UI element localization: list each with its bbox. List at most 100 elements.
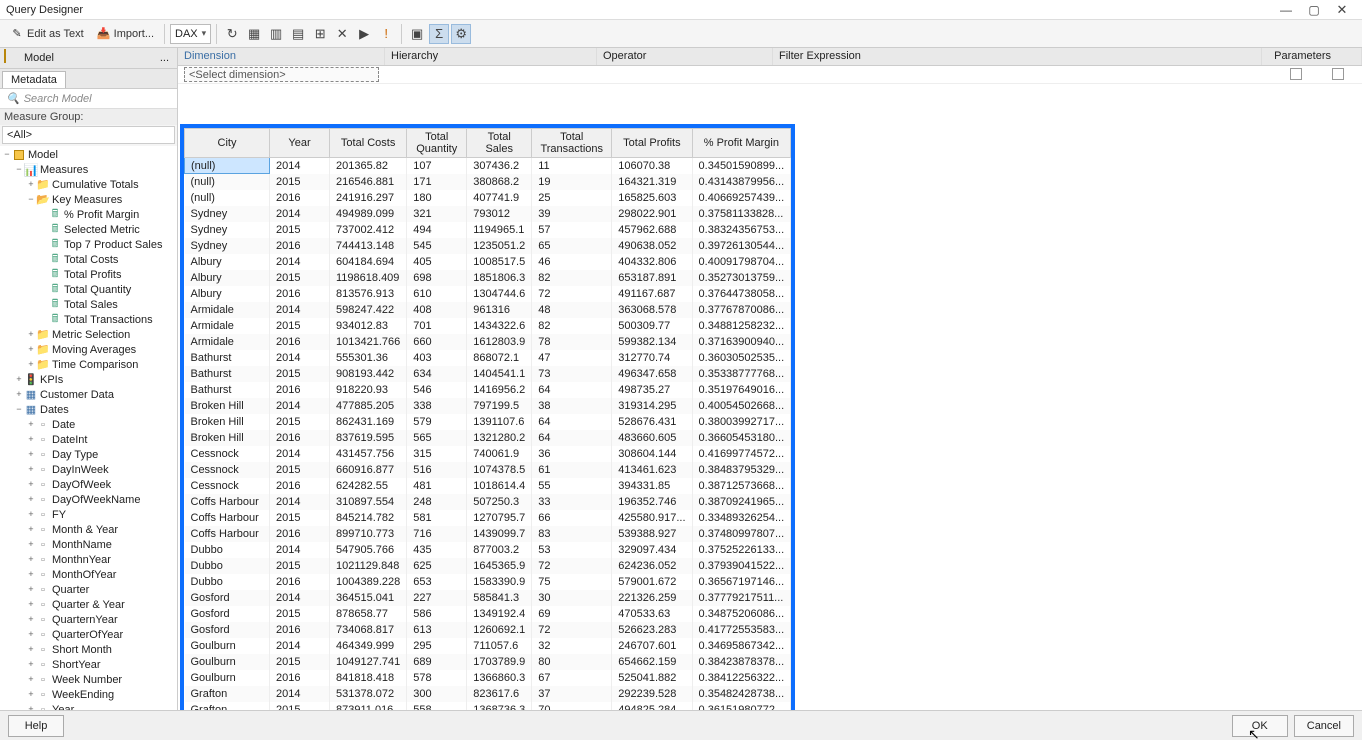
- cell[interactable]: Bathurst: [185, 350, 270, 366]
- cell[interactable]: 737002.412: [330, 222, 407, 238]
- maximize-icon[interactable]: ▢: [1300, 1, 1328, 19]
- cell[interactable]: 246707.601: [612, 638, 692, 654]
- tree-measure[interactable]: 🖩Total Costs: [0, 252, 177, 267]
- cell[interactable]: 407741.9: [467, 190, 532, 206]
- cell[interactable]: 498735.27: [612, 382, 692, 398]
- import-button[interactable]: 📥 Import...: [91, 23, 159, 45]
- cell[interactable]: 2014: [270, 686, 330, 702]
- cell[interactable]: 0.36605453180...: [692, 430, 791, 446]
- tree-measure[interactable]: 🖩Total Profits: [0, 267, 177, 282]
- table-row[interactable]: Coffs Harbour2015845214.7825811270795.76…: [185, 510, 791, 526]
- cell[interactable]: 66: [532, 510, 612, 526]
- metadata-tree[interactable]: −Model −📊Measures +📁Cumulative Totals −📂…: [0, 146, 177, 710]
- cell[interactable]: 39: [532, 206, 612, 222]
- cell[interactable]: 47: [532, 350, 612, 366]
- filter-drop-area[interactable]: [178, 84, 1362, 120]
- cell[interactable]: 216546.881: [330, 174, 407, 190]
- cell[interactable]: 2015: [270, 654, 330, 670]
- cell[interactable]: 1391107.6: [467, 414, 532, 430]
- cell[interactable]: Dubbo: [185, 574, 270, 590]
- help-button[interactable]: Help: [8, 715, 64, 737]
- cell[interactable]: 83: [532, 526, 612, 542]
- cell[interactable]: Grafton: [185, 702, 270, 711]
- cell[interactable]: 0.35273013759...: [692, 270, 791, 286]
- cell[interactable]: 310897.554: [330, 494, 407, 510]
- table-row[interactable]: Coffs Harbour2014310897.554248507250.333…: [185, 494, 791, 510]
- cell[interactable]: 701: [407, 318, 467, 334]
- cell[interactable]: 2015: [270, 510, 330, 526]
- cell[interactable]: 2014: [270, 206, 330, 222]
- cell[interactable]: 2014: [270, 638, 330, 654]
- cell[interactable]: 862431.169: [330, 414, 407, 430]
- model-picker-button[interactable]: ...: [156, 52, 173, 64]
- cell[interactable]: 201365.82: [330, 158, 407, 174]
- cell[interactable]: 171: [407, 174, 467, 190]
- cell[interactable]: 80: [532, 654, 612, 670]
- table-row[interactable]: Goulburn20151049127.7416891703789.980654…: [185, 654, 791, 670]
- table-row[interactable]: Bathurst2015908193.4426341404541.1734963…: [185, 366, 791, 382]
- cell[interactable]: 0.37480997807...: [692, 526, 791, 542]
- cell[interactable]: 55: [532, 478, 612, 494]
- cell[interactable]: 2014: [270, 494, 330, 510]
- cell[interactable]: Broken Hill: [185, 430, 270, 446]
- cell[interactable]: 539388.927: [612, 526, 692, 542]
- cell[interactable]: 165825.603: [612, 190, 692, 206]
- cell[interactable]: 2015: [270, 318, 330, 334]
- table-row[interactable]: Broken Hill2016837619.5955651321280.2644…: [185, 430, 791, 446]
- cell[interactable]: Coffs Harbour: [185, 494, 270, 510]
- table-row[interactable]: Armidale2015934012.837011434322.68250030…: [185, 318, 791, 334]
- cell[interactable]: 1434322.6: [467, 318, 532, 334]
- cell[interactable]: 380868.2: [467, 174, 532, 190]
- table-row[interactable]: Grafton2015873911.0165581368736.37049482…: [185, 702, 791, 711]
- cell[interactable]: 734068.817: [330, 622, 407, 638]
- table-row[interactable]: Broken Hill2014477885.205338797199.53831…: [185, 398, 791, 414]
- cell[interactable]: 598247.422: [330, 302, 407, 318]
- table-row[interactable]: Bathurst2016918220.935461416956.26449873…: [185, 382, 791, 398]
- col-profit-margin[interactable]: % Profit Margin: [692, 129, 791, 158]
- execute-icon[interactable]: ▶: [354, 24, 374, 44]
- tree-attr[interactable]: +▫Short Month: [0, 642, 177, 657]
- cell[interactable]: 0.34695867342...: [692, 638, 791, 654]
- cell[interactable]: 1049127.741: [330, 654, 407, 670]
- cell[interactable]: 0.35482428738...: [692, 686, 791, 702]
- tree-measures[interactable]: −📊Measures: [0, 162, 177, 177]
- cell[interactable]: 477885.205: [330, 398, 407, 414]
- table-row[interactable]: Armidale20161013421.7666601612803.978599…: [185, 334, 791, 350]
- cell[interactable]: 11: [532, 158, 612, 174]
- table-row[interactable]: (null)2014201365.82107307436.211106070.3…: [185, 158, 791, 174]
- cell[interactable]: 196352.746: [612, 494, 692, 510]
- cell[interactable]: 653: [407, 574, 467, 590]
- table-row[interactable]: Armidale2014598247.42240896131648363068.…: [185, 302, 791, 318]
- cell[interactable]: 2016: [270, 190, 330, 206]
- cell[interactable]: 1366860.3: [467, 670, 532, 686]
- cell[interactable]: 1703789.9: [467, 654, 532, 670]
- cell[interactable]: 2016: [270, 670, 330, 686]
- tree-attr[interactable]: +▫FY: [0, 507, 177, 522]
- cell[interactable]: 934012.83: [330, 318, 407, 334]
- cell[interactable]: Sydney: [185, 206, 270, 222]
- cell[interactable]: 660: [407, 334, 467, 350]
- cell[interactable]: Albury: [185, 286, 270, 302]
- cell[interactable]: Goulburn: [185, 638, 270, 654]
- cell[interactable]: (null): [185, 158, 270, 174]
- cell[interactable]: 2015: [270, 366, 330, 382]
- cell[interactable]: 0.37939041522...: [692, 558, 791, 574]
- cell[interactable]: 604184.694: [330, 254, 407, 270]
- table-row[interactable]: Albury2016813576.9136101304744.672491167…: [185, 286, 791, 302]
- cell[interactable]: 295: [407, 638, 467, 654]
- cell[interactable]: 624236.052: [612, 558, 692, 574]
- cell[interactable]: 298022.901: [612, 206, 692, 222]
- cell[interactable]: 425580.917...: [612, 510, 692, 526]
- cell[interactable]: 546: [407, 382, 467, 398]
- cell[interactable]: Goulburn: [185, 670, 270, 686]
- tree-attr[interactable]: +▫DayOfWeek: [0, 477, 177, 492]
- warning-icon[interactable]: !: [376, 24, 396, 44]
- cell[interactable]: 227: [407, 590, 467, 606]
- cell[interactable]: 1004389.228: [330, 574, 407, 590]
- cell[interactable]: 431457.756: [330, 446, 407, 462]
- cell[interactable]: 0.40091798704...: [692, 254, 791, 270]
- cell[interactable]: (null): [185, 174, 270, 190]
- cell[interactable]: Gosford: [185, 590, 270, 606]
- tool-icon-2[interactable]: ▥: [266, 24, 286, 44]
- cell[interactable]: Goulburn: [185, 654, 270, 670]
